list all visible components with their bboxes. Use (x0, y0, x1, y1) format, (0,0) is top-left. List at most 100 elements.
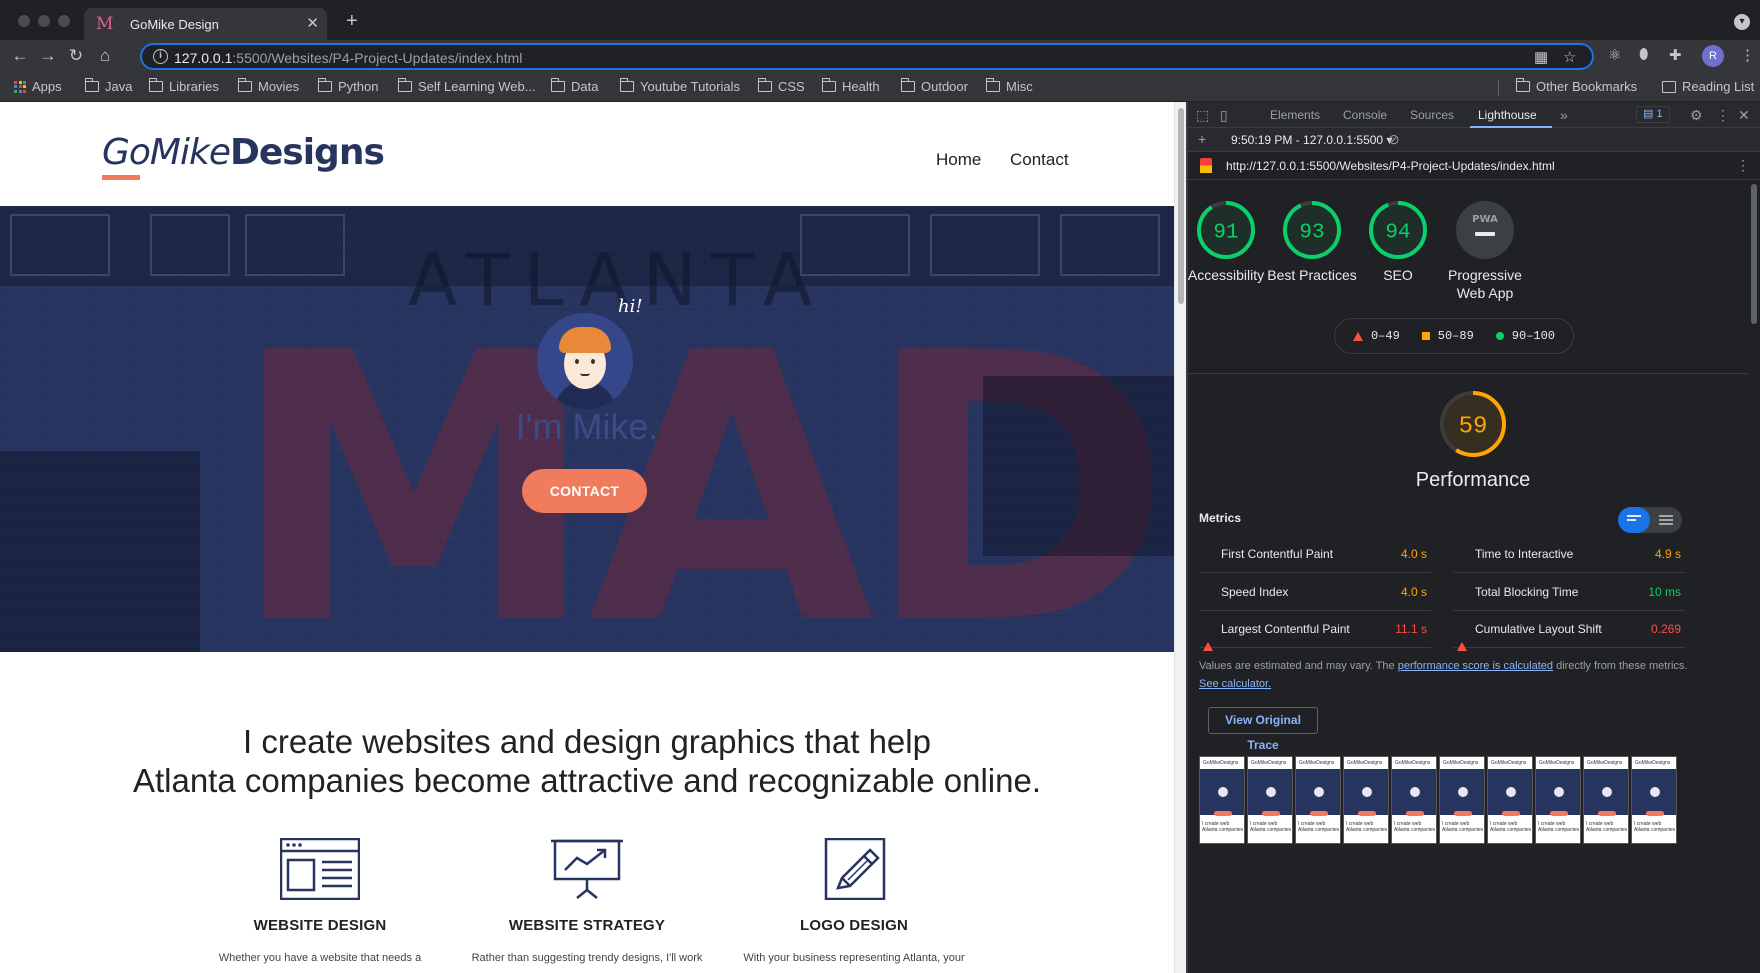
close-tab-icon[interactable]: ✕ (306, 14, 319, 32)
new-tab-button[interactable]: + (346, 11, 358, 31)
tab-sources[interactable]: Sources (1410, 108, 1454, 122)
reload-icon[interactable]: ↻ (64, 44, 88, 68)
page-scrollbar[interactable] (1174, 102, 1186, 973)
bookmark-folder[interactable]: Health (821, 78, 880, 94)
logo-underline (102, 175, 140, 180)
more-tabs-icon[interactable]: » (1560, 107, 1568, 123)
site-logo[interactable]: GoMikeDesigns (102, 132, 385, 173)
address-bar[interactable]: i 127.0.0.1:5500/Websites/P4-Project-Upd… (140, 43, 1594, 70)
performance-title: Performance (1415, 469, 1531, 491)
zoom-window-button[interactable] (58, 15, 70, 27)
extensions-puzzle-icon[interactable]: ✚ (1669, 46, 1682, 64)
extension-ink-icon[interactable]: ⬮ (1639, 46, 1648, 63)
clear-reports-icon[interactable]: ⊘ (1388, 131, 1400, 148)
browser-menu-icon[interactable]: ⋮ (1740, 46, 1755, 64)
devtools-scroll-thumb[interactable] (1751, 184, 1757, 324)
forward-icon[interactable]: → (36, 44, 60, 68)
bookmark-folder[interactable]: Python (317, 78, 378, 94)
report-url-bar: http://127.0.0.1:5500/Websites/P4-Projec… (1188, 152, 1760, 180)
gauge-pwa[interactable]: PWA Progressive Web App (1437, 200, 1533, 302)
tab-lighthouse[interactable]: Lighthouse (1478, 108, 1537, 122)
device-toolbar-icon[interactable]: ▯ (1220, 107, 1228, 124)
issues-badge[interactable]: ▤ 1 (1636, 106, 1670, 123)
gauge-best-practices[interactable]: 93 Best Practices (1264, 200, 1360, 284)
service-title: WEBSITE DESIGN (253, 917, 387, 934)
site-info-icon[interactable]: i (153, 49, 168, 64)
contact-button[interactable]: CONTACT (522, 469, 647, 513)
metric-name: Cumulative Layout Shift (1475, 622, 1602, 636)
bookmark-folder[interactable]: Youtube Tutorials (619, 78, 740, 94)
nav-contact-link[interactable]: Contact (1010, 150, 1069, 170)
avatar (537, 313, 633, 409)
metric-row: First Contentful Paint 4.0 s (1199, 536, 1431, 573)
report-menu-icon[interactable]: ⋮ (1736, 157, 1750, 174)
qr-code-icon[interactable]: ▦ (1534, 48, 1548, 66)
home-icon[interactable]: ⌂ (93, 44, 117, 68)
close-devtools-icon[interactable]: ✕ (1738, 107, 1750, 124)
gauge-accessibility[interactable]: 91 Accessibility (1188, 200, 1274, 284)
expanded-view-icon[interactable] (1659, 515, 1673, 525)
svg-text:PWA: PWA (1472, 214, 1498, 225)
site-favicon-icon: M (96, 14, 114, 34)
bookmark-folder[interactable]: Java (84, 78, 132, 94)
browser-tab[interactable]: M GoMike Design ✕ (84, 8, 327, 40)
svg-text:59: 59 (1459, 413, 1488, 440)
filmstrip-thumbnail: GoMikeDesigns I create web Atlanta compani… (1487, 756, 1533, 844)
nav-home-link[interactable]: Home (936, 150, 981, 170)
tab-title: GoMike Design (130, 17, 219, 32)
score-calc-link[interactable]: performance score is calculated (1398, 660, 1553, 672)
see-calculator-link[interactable]: See calculator. (1199, 678, 1271, 690)
bookmark-star-icon[interactable]: ☆ (1563, 48, 1576, 66)
browser-toolbar: ← → ↻ ⌂ i 127.0.0.1:5500/Websites/P4-Pro… (0, 40, 1760, 72)
pass-circle-icon (1495, 332, 1504, 340)
bookmark-other[interactable]: Other Bookmarks (1515, 78, 1637, 94)
back-icon[interactable]: ← (8, 44, 32, 68)
service-logo-design: LOGO DESIGN With your business represent… (734, 837, 974, 964)
svg-text:94: 94 (1385, 221, 1410, 244)
bookmark-folder[interactable]: Data (550, 78, 598, 94)
bookmark-folder[interactable]: Outdoor (900, 78, 968, 94)
bookmark-folder[interactable]: Libraries (148, 78, 219, 94)
folder-icon (237, 78, 252, 92)
bookmarks-divider (1498, 80, 1499, 96)
filmstrip-thumbnail: GoMikeDesigns I create web Atlanta compani… (1535, 756, 1581, 844)
view-trace-button[interactable]: View Original Trace (1208, 707, 1318, 752)
extension-react-icon[interactable]: ⚛ (1608, 46, 1621, 64)
apps-grid-icon (14, 80, 26, 93)
tab-console[interactable]: Console (1343, 108, 1387, 122)
page-scroll-thumb[interactable] (1178, 108, 1184, 304)
reading-list-icon (1662, 80, 1676, 93)
devtools-scrollbar[interactable] (1748, 180, 1760, 973)
bookmark-folder[interactable]: Movies (237, 78, 299, 94)
compact-view-icon[interactable] (1627, 515, 1641, 525)
inspect-element-icon[interactable]: ⬚ (1196, 107, 1209, 124)
tab-elements[interactable]: Elements (1270, 108, 1320, 122)
gauge-label: Progressive Web App (1448, 267, 1522, 301)
fail-status-icon (1457, 625, 1467, 651)
address-url[interactable]: 127.0.0.1:5500/Websites/P4-Project-Updat… (174, 50, 522, 66)
metric-value: 4.0 s (1400, 547, 1427, 561)
new-report-icon[interactable]: + (1198, 131, 1206, 147)
service-description: Rather than suggesting trendy designs, I… (471, 952, 703, 964)
metrics-heading: Metrics (1199, 511, 1242, 525)
minimize-window-button[interactable] (38, 15, 50, 27)
metrics-view-toggle[interactable] (1618, 507, 1682, 533)
hero-section: ATLANTA MADE hi! I'm Mike. CONTACT (0, 206, 1174, 652)
gauge-seo[interactable]: 94 SEO (1350, 200, 1446, 284)
reading-list-button[interactable]: Reading List (1662, 79, 1754, 94)
filmstrip: GoMikeDesigns I create web Atlanta compani… (1199, 756, 1677, 844)
metric-row: Time to Interactive 4.9 s (1453, 536, 1685, 573)
report-selector[interactable]: 9:50:19 PM - 127.0.0.1:5500 ▾ (1231, 133, 1392, 147)
devtools-menu-icon[interactable]: ⋮ (1716, 107, 1730, 124)
tab-search-icon[interactable]: ▾ (1734, 14, 1750, 30)
settings-gear-icon[interactable]: ⚙ (1690, 107, 1703, 124)
profile-avatar[interactable]: R (1702, 45, 1724, 67)
bookmark-apps[interactable]: Apps (14, 79, 62, 94)
filmstrip-thumbnail: GoMikeDesigns I create web Atlanta compani… (1439, 756, 1485, 844)
folder-icon (317, 78, 332, 92)
report-url[interactable]: http://127.0.0.1:5500/Websites/P4-Projec… (1226, 159, 1555, 173)
bookmark-folder[interactable]: CSS (757, 78, 805, 94)
close-window-button[interactable] (18, 15, 30, 27)
bookmark-folder[interactable]: Misc (985, 78, 1033, 94)
bookmark-folder[interactable]: Self Learning Web... (397, 78, 536, 94)
